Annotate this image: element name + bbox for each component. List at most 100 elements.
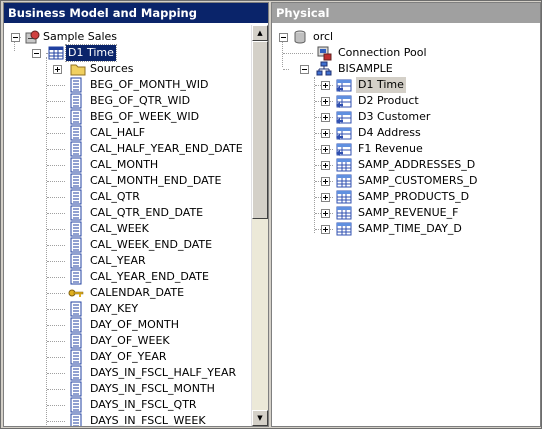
alias-table-icon <box>336 109 352 125</box>
column-label: CAL_WEEK <box>90 222 149 235</box>
column-label: DAYS_IN_FSCL_WEEK <box>90 414 206 426</box>
column-label: DAYS_IN_FSCL_QTR <box>90 398 197 411</box>
alias-row[interactable]: D2 Product <box>272 93 532 109</box>
column-label: CAL_MONTH_END_DATE <box>90 174 222 187</box>
column-row[interactable]: BEG_OF_MONTH_WID <box>4 77 252 93</box>
scroll-up-button[interactable]: ▲ <box>252 25 268 41</box>
expand-toggle[interactable] <box>321 193 330 202</box>
column-icon <box>68 237 84 253</box>
tree-row-orcl[interactable]: orcl <box>272 29 532 45</box>
column-row[interactable]: CAL_WEEK_END_DATE <box>4 237 252 253</box>
column-row[interactable]: CAL_WEEK <box>4 221 252 237</box>
physical-title: Physical <box>272 3 540 23</box>
column-label: CAL_HALF_YEAR_END_DATE <box>90 142 243 155</box>
business-model-tree[interactable]: Sample Sales D1 Time Sources BEG_OF_MONT… <box>4 25 252 426</box>
column-icon <box>68 93 84 109</box>
column-label: CALENDAR_DATE <box>90 286 185 299</box>
column-label: DAY_KEY <box>90 302 139 315</box>
expand-toggle[interactable] <box>321 177 330 186</box>
alias-label: D2 Product <box>358 94 419 107</box>
column-label: CAL_YEAR_END_DATE <box>90 270 209 283</box>
column-row[interactable]: DAY_OF_MONTH <box>4 317 252 333</box>
column-icon <box>68 397 84 413</box>
physical-tree[interactable]: orcl Connection Pool BISAMPLE D1 Time D2 … <box>272 25 540 426</box>
tree-label: Connection Pool <box>338 46 427 59</box>
column-row[interactable]: DAY_OF_WEEK <box>4 333 252 349</box>
alias-row[interactable]: D3 Customer <box>272 109 532 125</box>
expand-toggle[interactable] <box>321 145 330 154</box>
collapse-toggle[interactable] <box>32 49 41 58</box>
column-row[interactable]: DAYS_IN_FSCL_MONTH <box>4 381 252 397</box>
tree-row-sample-sales[interactable]: Sample Sales <box>4 29 252 45</box>
column-row[interactable]: BEG_OF_QTR_WID <box>4 93 252 109</box>
alias-row[interactable]: D1 Time <box>272 77 532 93</box>
column-row[interactable]: CALENDAR_DATE <box>4 285 252 301</box>
column-row[interactable]: DAYS_IN_FSCL_QTR <box>4 397 252 413</box>
tree-label: Sample Sales <box>43 30 118 43</box>
column-row[interactable]: DAYS_IN_FSCL_WEEK <box>4 413 252 426</box>
column-label: BEG_OF_MONTH_WID <box>90 78 209 91</box>
scroll-thumb[interactable] <box>252 41 268 219</box>
column-row[interactable]: BEG_OF_WEEK_WID <box>4 109 252 125</box>
expand-toggle[interactable] <box>321 129 330 138</box>
connection-pool-icon <box>316 45 332 61</box>
tree-row-connection-pool[interactable]: Connection Pool <box>272 45 532 61</box>
column-icon <box>68 221 84 237</box>
expand-toggle[interactable] <box>321 161 330 170</box>
logical-table-icon <box>48 45 64 61</box>
table-row[interactable]: SAMP_PRODUCTS_D <box>272 189 532 205</box>
collapse-toggle[interactable] <box>11 33 20 42</box>
table-row[interactable]: SAMP_CUSTOMERS_D <box>272 173 532 189</box>
column-icon <box>68 205 84 221</box>
collapse-toggle[interactable] <box>279 33 288 42</box>
column-row[interactable]: CAL_QTR <box>4 189 252 205</box>
vertical-scrollbar[interactable]: ▲ ▼ <box>251 25 268 426</box>
column-icon <box>68 349 84 365</box>
column-row[interactable]: CAL_HALF_YEAR_END_DATE <box>4 141 252 157</box>
alias-row[interactable]: D4 Address <box>272 125 532 141</box>
folder-icon <box>70 61 86 77</box>
alias-row[interactable]: F1 Revenue <box>272 141 532 157</box>
expand-toggle[interactable] <box>321 97 330 106</box>
column-label: CAL_WEEK_END_DATE <box>90 238 213 251</box>
table-label: SAMP_ADDRESSES_D <box>358 158 476 171</box>
column-row[interactable]: CAL_MONTH <box>4 157 252 173</box>
expand-toggle[interactable] <box>321 113 330 122</box>
physical-table-icon <box>336 173 352 189</box>
table-row[interactable]: SAMP_REVENUE_F <box>272 205 532 221</box>
tree-row-d1-time[interactable]: D1 Time <box>4 44 252 62</box>
physical-pane[interactable]: Physical orcl Connection Pool BISAMPLE D… <box>271 2 541 427</box>
column-row[interactable]: DAY_OF_YEAR <box>4 349 252 365</box>
table-row[interactable]: SAMP_ADDRESSES_D <box>272 157 532 173</box>
column-label: DAY_OF_YEAR <box>90 350 167 363</box>
tree-label-selected: D1 Time <box>65 44 117 62</box>
physical-table-icon <box>336 221 352 237</box>
expand-toggle[interactable] <box>53 65 62 74</box>
column-icon <box>68 381 84 397</box>
column-icon <box>68 333 84 349</box>
expand-toggle[interactable] <box>321 81 330 90</box>
column-label: DAYS_IN_FSCL_HALF_YEAR <box>90 366 237 379</box>
column-row[interactable]: DAY_KEY <box>4 301 252 317</box>
column-row[interactable]: CAL_YEAR <box>4 253 252 269</box>
table-row[interactable]: SAMP_TIME_DAY_D <box>272 221 532 237</box>
column-row[interactable]: CAL_QTR_END_DATE <box>4 205 252 221</box>
alias-table-icon <box>336 77 352 93</box>
column-row[interactable]: CAL_YEAR_END_DATE <box>4 269 252 285</box>
expand-toggle[interactable] <box>321 209 330 218</box>
column-icon <box>68 189 84 205</box>
table-label: SAMP_CUSTOMERS_D <box>358 174 478 187</box>
tree-row-sources[interactable]: Sources <box>4 61 252 77</box>
expand-toggle[interactable] <box>321 225 330 234</box>
scroll-down-button[interactable]: ▼ <box>252 410 268 426</box>
alias-label: D4 Address <box>358 126 421 139</box>
business-model-pane[interactable]: Business Model and Mapping Sample Sales … <box>3 2 269 427</box>
column-label: CAL_QTR_END_DATE <box>90 206 204 219</box>
column-row[interactable]: DAYS_IN_FSCL_HALF_YEAR <box>4 365 252 381</box>
column-label: DAY_OF_WEEK <box>90 334 170 347</box>
tree-row-bisample[interactable]: BISAMPLE <box>272 61 532 77</box>
column-row[interactable]: CAL_HALF <box>4 125 252 141</box>
column-icon <box>68 317 84 333</box>
column-row[interactable]: CAL_MONTH_END_DATE <box>4 173 252 189</box>
collapse-toggle[interactable] <box>300 65 309 74</box>
